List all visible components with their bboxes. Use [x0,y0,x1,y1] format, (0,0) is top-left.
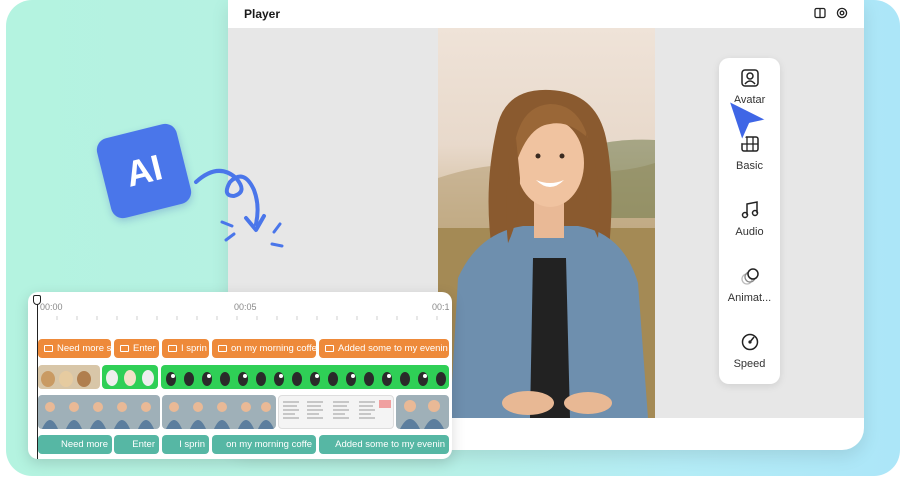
video-clip[interactable] [38,365,100,389]
caption-clip[interactable]: Enter [114,339,159,358]
tool-animation[interactable]: Animat... [719,266,780,326]
portrait-thumbnail [400,400,444,429]
audio-clip[interactable]: Enter [114,435,159,454]
document-clip[interactable] [278,395,394,429]
audio-text: Need more [61,439,108,450]
playhead-handle[interactable] [33,295,41,305]
audio-clip[interactable]: I sprin [162,435,209,454]
curly-arrow-icon [194,169,284,248]
tool-label: Speed [733,358,766,370]
video-clip[interactable] [162,395,276,429]
player-header: Player [228,0,864,28]
time-tick: 00:1 [432,302,450,312]
woman-portrait-image [438,89,655,418]
video-clip[interactable] [161,365,449,389]
caption-clip[interactable]: on my morning coffe [212,339,316,358]
ai-badge-text: AI [121,146,167,195]
player-title: Player [244,7,281,21]
speed-gauge-icon [741,333,758,351]
caption-text: Need more s [57,343,111,354]
cursor-pointer-icon [726,98,770,144]
video-clip[interactable] [102,365,158,389]
caption-text: Enter [133,343,156,354]
avatar-icon [740,69,759,87]
timeline-panel[interactable]: 00:00 00:05 00:1 Need more s Enter I spr… [28,292,452,459]
time-tick: 00:05 [234,302,257,312]
animation-icon [740,268,759,285]
caption-clip[interactable]: Need more s [38,339,111,358]
audio-text: Added some to my evenin [335,439,445,450]
portrait-thumbnail [42,402,154,429]
cats-thumbnail [106,370,154,386]
caption-clip[interactable]: Added some to my evenin [319,339,449,358]
caption-icon [44,345,53,352]
settings-icon[interactable] [836,7,848,19]
playhead[interactable] [37,298,38,459]
caption-clip[interactable]: I sprin [162,339,209,358]
audio-text: I sprin [179,439,205,450]
tool-label: Animat... [727,292,772,304]
time-ruler[interactable] [28,316,452,322]
video-preview[interactable] [438,28,655,418]
dogs-thumbnail [41,371,91,387]
split-view-icon[interactable] [814,7,826,19]
tool-audio[interactable]: Audio [719,200,780,260]
caption-text: on my morning coffe [231,343,316,354]
caption-icon [120,345,129,352]
caption-text: I sprin [181,343,207,354]
audio-clip[interactable]: on my morning coffe [212,435,316,454]
tool-label: Basic [736,160,763,172]
time-tick: 00:00 [40,302,63,312]
music-note-icon [741,201,758,219]
audio-clip[interactable]: Added some to my evenin [319,435,449,454]
caption-text: Added some to my evenin [338,343,448,354]
audio-clip[interactable]: Need more [38,435,112,454]
video-clip[interactable] [38,395,160,429]
video-clip[interactable] [396,395,449,429]
cats-thumbnail [166,372,446,386]
caption-icon [325,345,334,352]
caption-icon [168,345,177,352]
audio-text: Enter [132,439,155,450]
caption-icon [218,345,227,352]
document-thumbnail [283,400,391,419]
tool-label: Audio [735,226,764,238]
tool-speed[interactable]: Speed [719,332,780,392]
portrait-thumbnail [166,402,274,429]
audio-text: on my morning coffe [226,439,312,450]
